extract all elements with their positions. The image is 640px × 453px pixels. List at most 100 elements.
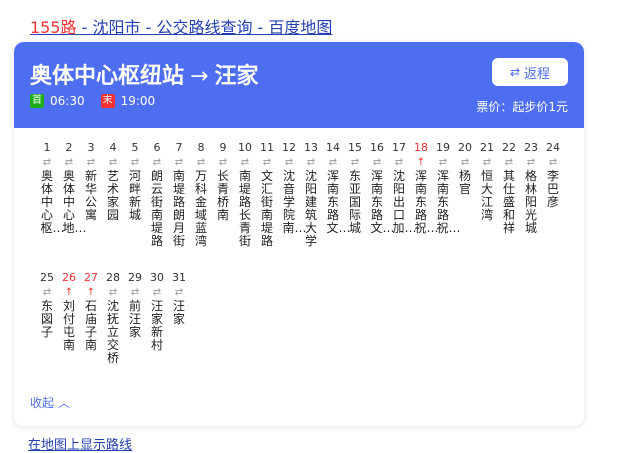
two-way-arrow-icon: ⇄: [438, 157, 448, 168]
two-way-arrow-icon: ⇄: [64, 157, 74, 168]
stop-name: 南堤路长青街: [238, 169, 251, 248]
two-way-arrow-icon: ⇄: [108, 287, 118, 298]
bus-stop[interactable]: 6 ⇄ 朗云街南堤路: [146, 140, 168, 248]
two-way-arrow-icon: ⇄: [196, 157, 206, 168]
stop-name: 石庙子南: [84, 299, 97, 352]
two-way-arrow-icon: ⇄: [152, 157, 162, 168]
stop-name: 沈音学院南…: [282, 169, 307, 235]
swap-icon: ⇄: [509, 65, 521, 79]
route-arrow-icon: →: [190, 64, 209, 89]
two-way-arrow-icon: ⇄: [284, 157, 294, 168]
stop-number: 7: [175, 141, 183, 154]
bus-stop[interactable]: 31 ⇄ 汪家: [168, 270, 190, 365]
two-way-arrow-icon: ⇄: [372, 157, 382, 168]
result-title-link[interactable]: 155路 - 沈阳市 - 公交路线查询 - 百度地图: [30, 14, 332, 38]
stop-number: 5: [131, 141, 139, 154]
two-way-arrow-icon: ⇄: [152, 287, 162, 298]
show-on-map-link[interactable]: 在地图上显示路线: [28, 434, 132, 453]
bus-stop[interactable]: 10 ⇄ 南堤路长青街: [234, 140, 256, 248]
last-bus-time: 19:00: [120, 94, 156, 108]
route-header: 奥体中心枢纽站 → 汪家 ⇄ 返程 首 06:30 末 19:00 票价：起步价1元: [14, 42, 584, 128]
bus-stop[interactable]: 13 ⇄ 沈阳建筑大学: [300, 140, 322, 248]
two-way-arrow-icon: ⇄: [42, 157, 52, 168]
stops-row-2: 25 ⇄ 东図子 26 ↑ 刘付屯南 27 ↑ 石庙子南 28 ⇄ 沈抚立交桥 29 ⇄ 前汪家 30 ⇄ 汪家新…: [36, 270, 190, 365]
stop-name: 沈抚立交桥: [106, 299, 119, 365]
route-to: 汪家: [214, 64, 259, 89]
stop-number: 23: [524, 141, 538, 154]
two-way-arrow-icon: ⇄: [262, 157, 272, 168]
bus-stop[interactable]: 8 ⇄ 万科金域蓝湾: [190, 140, 212, 248]
bus-stop[interactable]: 5 ⇄ 河畔新城: [124, 140, 146, 248]
stop-name: 万科金域蓝湾: [194, 169, 207, 248]
return-trip-button[interactable]: ⇄ 返程: [492, 58, 568, 86]
stop-name: 浑南东路文…: [370, 169, 395, 235]
collapse-button[interactable]: 收起 ︿: [30, 394, 70, 411]
return-label: 返程: [524, 66, 551, 82]
stop-number: 20: [458, 141, 472, 154]
bus-stop[interactable]: 24 ⇄ 李巴彦: [542, 140, 564, 248]
bus-stop[interactable]: 20 ⇄ 杨官: [454, 140, 476, 248]
bus-stop[interactable]: 3 ⇄ 新华公寓: [80, 140, 102, 248]
bus-stop[interactable]: 2 ⇄ 奥体中心地…: [58, 140, 87, 248]
two-way-arrow-icon: ⇄: [218, 157, 228, 168]
two-way-arrow-icon: ⇄: [240, 157, 250, 168]
stop-name: 浑南东路文…: [326, 169, 351, 235]
two-way-arrow-icon: ⇄: [328, 157, 338, 168]
bus-stop[interactable]: 30 ⇄ 汪家新村: [146, 270, 168, 365]
stop-name: 东図子: [40, 299, 53, 339]
stop-number: 18: [414, 141, 428, 154]
bus-stop[interactable]: 23 ⇄ 格林阳光城: [520, 140, 542, 248]
bus-stop[interactable]: 12 ⇄ 沈音学院南…: [278, 140, 307, 248]
two-way-arrow-icon: ⇄: [86, 157, 96, 168]
two-way-arrow-icon: ⇄: [108, 157, 118, 168]
bus-stop[interactable]: 25 ⇄ 东図子: [36, 270, 58, 365]
previous-result-cutoff: [30, 0, 590, 2]
stop-name: 东亚国际城: [348, 169, 361, 235]
stop-name: 长青桥南: [216, 169, 229, 222]
bus-stop[interactable]: 1 ⇄ 奥体中心枢…: [36, 140, 65, 248]
bus-stop[interactable]: 21 ⇄ 恒大江湾: [476, 140, 498, 248]
stop-number: 28: [106, 271, 120, 284]
bus-stop[interactable]: 11 ⇄ 文汇街南堤路: [256, 140, 278, 248]
stop-number: 10: [238, 141, 252, 154]
bus-stop[interactable]: 15 ⇄ 东亚国际城: [344, 140, 366, 248]
stop-name: 新华公寓: [84, 169, 97, 222]
stop-number: 11: [260, 141, 274, 154]
bus-stop[interactable]: 22 ⇄ 其仕盛和祥: [498, 140, 520, 248]
route-name: 奥体中心枢纽站 → 汪家: [30, 58, 258, 90]
bus-stop[interactable]: 9 ⇄ 长青桥南: [212, 140, 234, 248]
bus-stop[interactable]: 19 ⇄ 浑南东路祝…: [432, 140, 461, 248]
two-way-arrow-icon: ⇄: [548, 157, 558, 168]
first-bus-time: 06:30: [50, 94, 85, 108]
bus-stop[interactable]: 7 ⇄ 南堤路朗月街: [168, 140, 190, 248]
stop-number: 9: [219, 141, 227, 154]
bus-stop[interactable]: 29 ⇄ 前汪家: [124, 270, 146, 365]
stop-name: 前汪家: [128, 299, 141, 339]
two-way-arrow-icon: ⇄: [174, 157, 184, 168]
stop-number: 26: [62, 271, 76, 284]
stop-number: 2: [65, 141, 73, 154]
first-bus-badge: 首: [30, 94, 44, 108]
bus-stop[interactable]: 18 ↑ 浑南东路祝…: [410, 140, 439, 248]
bus-stop[interactable]: 27 ↑ 石庙子南: [80, 270, 102, 365]
stop-name: 奥体中心地…: [62, 169, 87, 235]
bus-stop[interactable]: 17 ⇄ 沈阳出口加…: [388, 140, 417, 248]
chevron-up-icon: ︿: [58, 396, 71, 410]
bus-stop[interactable]: 26 ↑ 刘付屯南: [58, 270, 80, 365]
stop-number: 19: [436, 141, 450, 154]
stop-number: 16: [370, 141, 384, 154]
one-way-arrow-icon: ↑: [64, 287, 74, 298]
bus-stop[interactable]: 14 ⇄ 浑南东路文…: [322, 140, 351, 248]
stop-number: 24: [546, 141, 560, 154]
stop-name: 恒大江湾: [480, 169, 493, 222]
bus-stop[interactable]: 28 ⇄ 沈抚立交桥: [102, 270, 124, 365]
title-highlight: 155路: [30, 18, 77, 37]
two-way-arrow-icon: ⇄: [130, 287, 140, 298]
bus-stop[interactable]: 16 ⇄ 浑南东路文…: [366, 140, 395, 248]
two-way-arrow-icon: ⇄: [460, 157, 470, 168]
stop-name: 汪家新村: [150, 299, 163, 352]
stop-name: 汪家: [172, 299, 185, 326]
stop-number: 22: [502, 141, 516, 154]
stop-number: 15: [348, 141, 362, 154]
bus-stop[interactable]: 4 ⇄ 艺术家园: [102, 140, 124, 248]
